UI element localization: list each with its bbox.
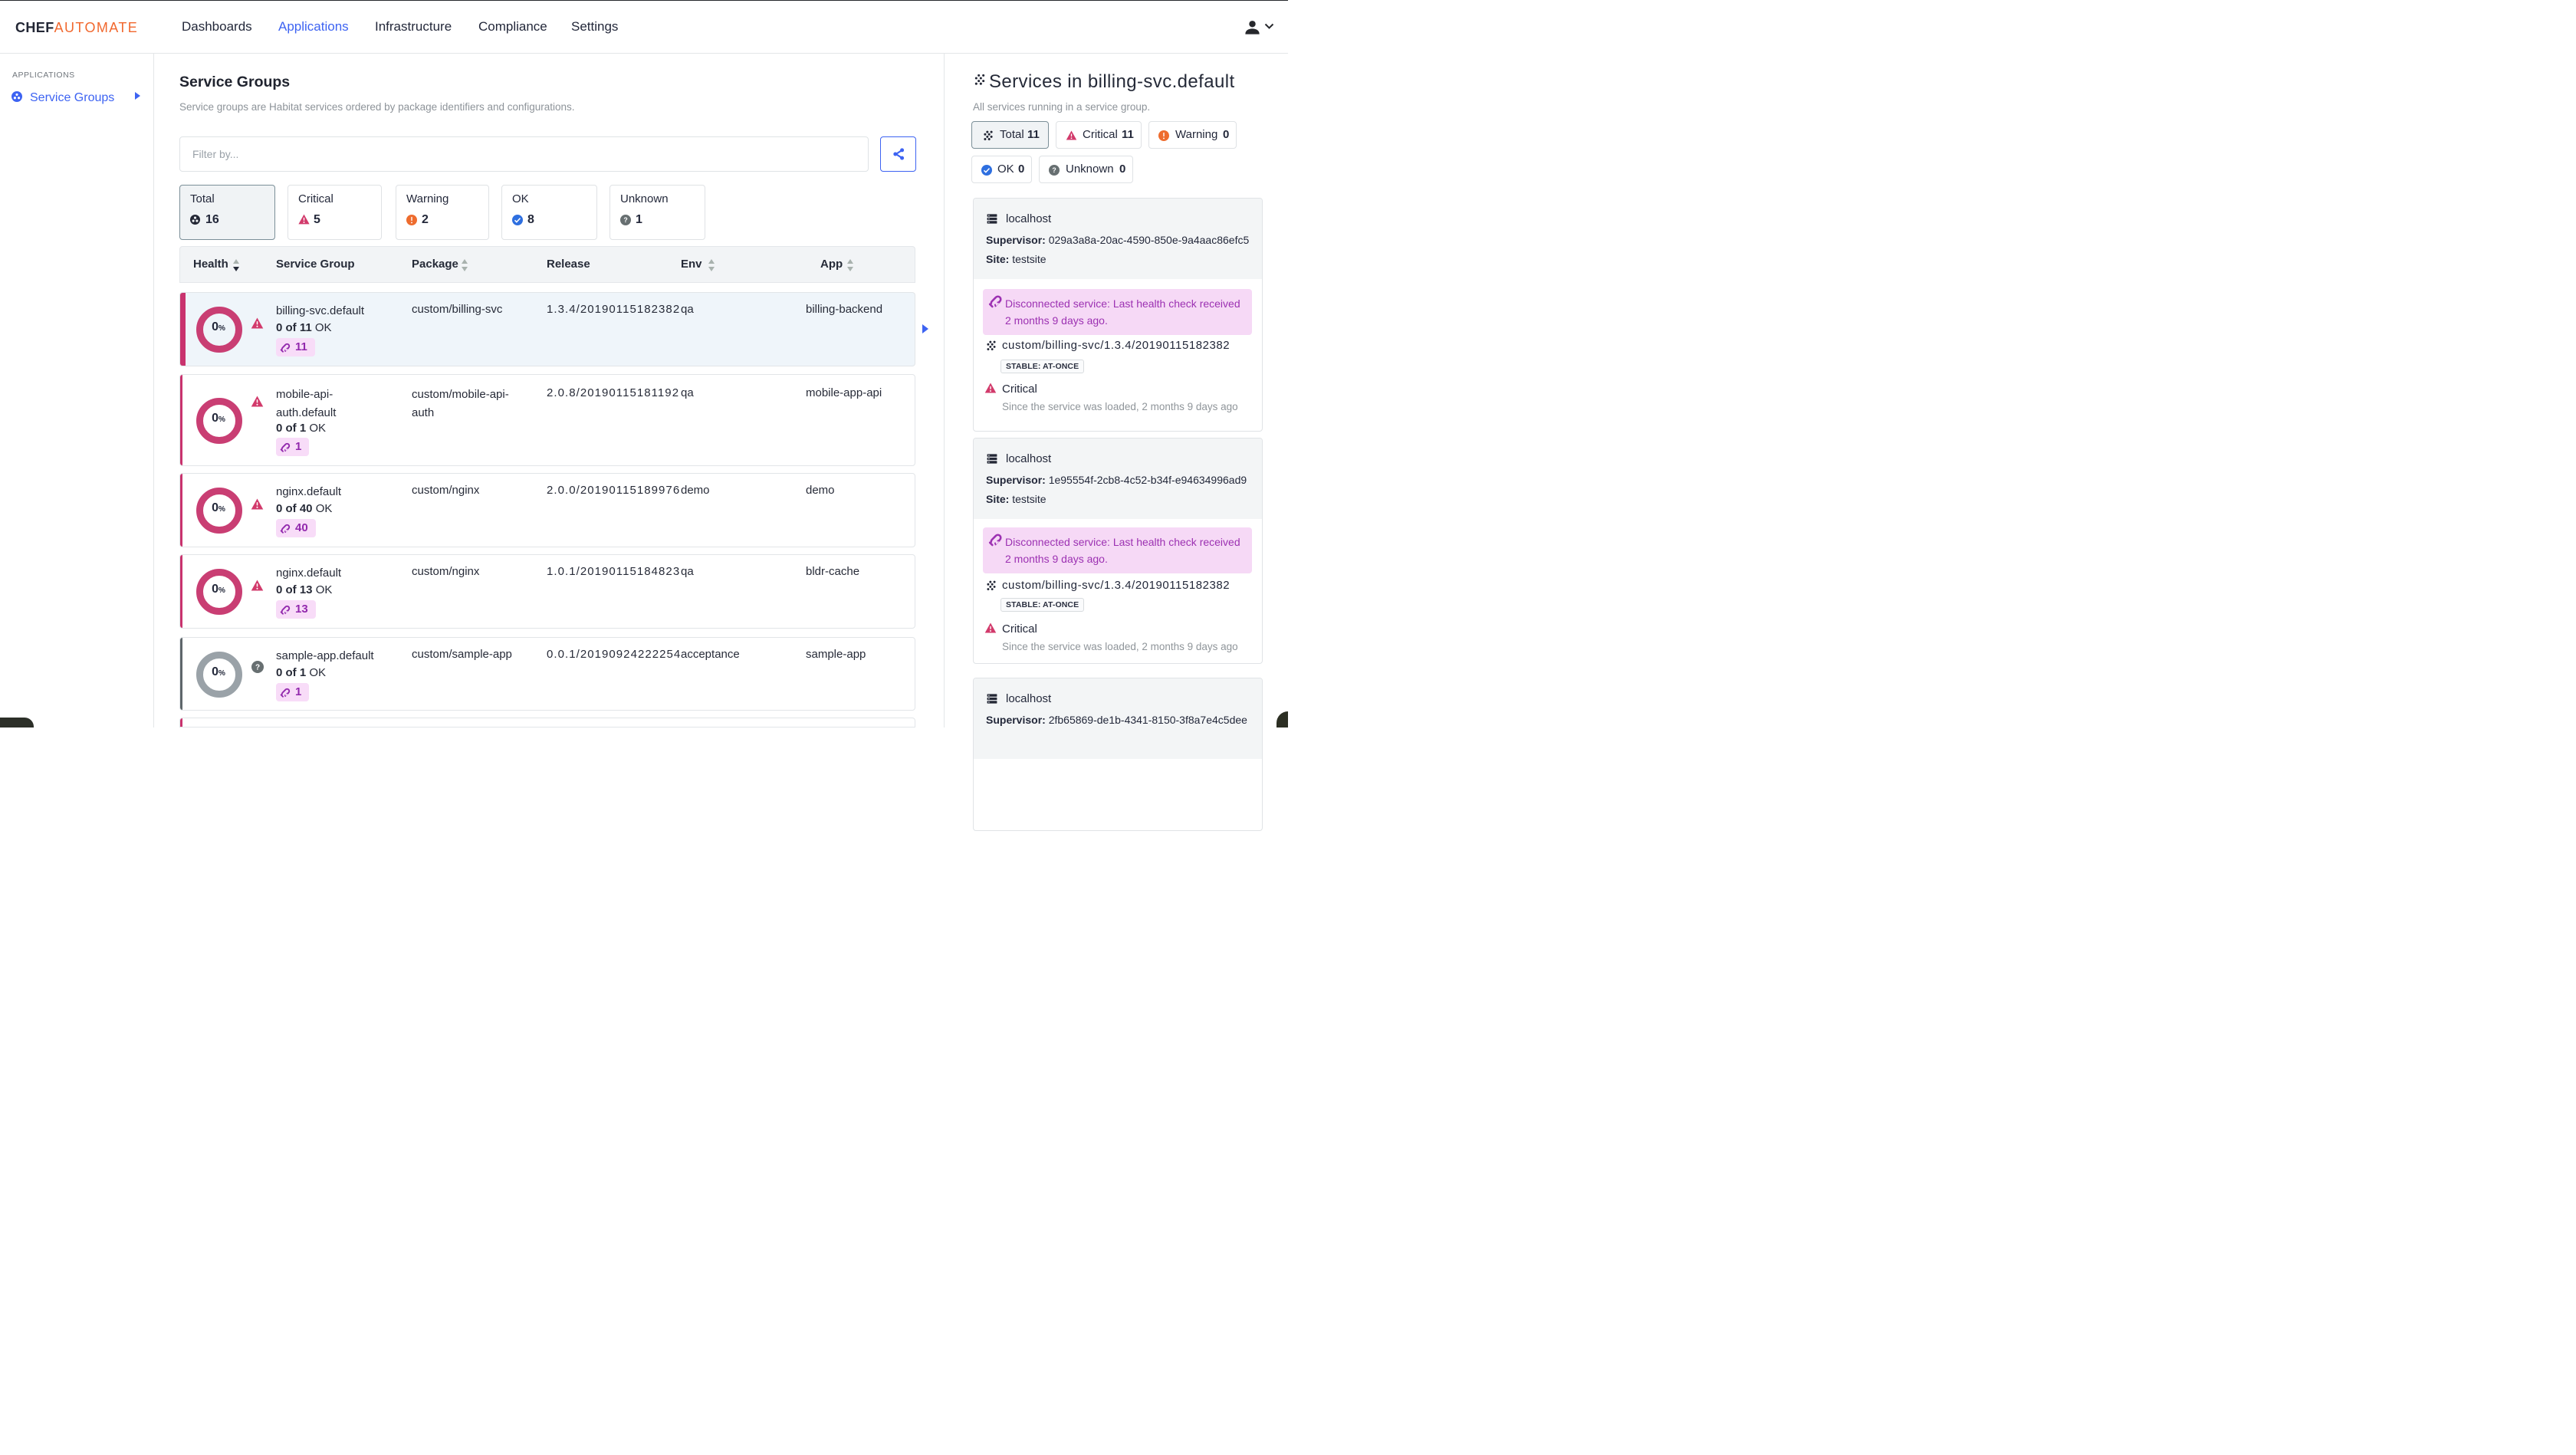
svg-text:?: ? [623, 216, 627, 224]
svg-text:?: ? [255, 663, 260, 672]
svg-text:?: ? [1052, 166, 1056, 174]
